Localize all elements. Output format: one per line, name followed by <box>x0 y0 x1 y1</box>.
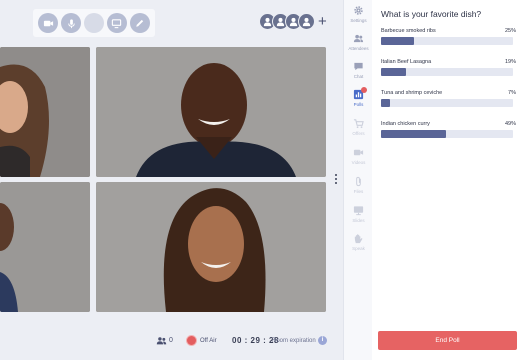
poll-option[interactable]: Indian chicken curry 49% <box>381 121 516 138</box>
microphone-icon <box>67 18 75 28</box>
poll-option[interactable]: Italian Beef Lasagna 19% <box>381 59 516 76</box>
media-controls-bar <box>33 9 155 37</box>
participant-video <box>0 182 90 312</box>
sidebar-item-label: Videos <box>351 160 366 165</box>
participant-video <box>96 47 326 177</box>
room-expiration-label: Room expiration <box>272 338 316 344</box>
poll-result-fill <box>381 99 391 107</box>
dot <box>335 174 337 176</box>
poll-result-bar <box>381 99 513 107</box>
paperclip-icon <box>356 176 361 187</box>
poll-option-percent: 19% <box>504 59 516 65</box>
video-tile[interactable] <box>0 47 90 177</box>
poll-option-label: Indian chicken curry <box>381 121 430 127</box>
attendees-icon <box>353 34 364 43</box>
screen-share-button[interactable] <box>106 13 127 33</box>
sidebar-item-polls[interactable]: Polls <box>344 87 373 107</box>
sidebar: Settings Attendees Chat Polls Offers Vid… <box>343 0 372 360</box>
main-stage: + 0 Off Air 00: 29: 28 Room expiration… <box>0 0 343 360</box>
poll-result-fill <box>381 37 414 45</box>
notification-badge <box>361 87 367 93</box>
sidebar-item-settings[interactable]: Settings <box>344 5 373 23</box>
participant-video <box>96 182 326 312</box>
poll-panel: What is your favorite dish? Barbecue smo… <box>372 0 524 360</box>
record-toggle[interactable] <box>186 335 197 346</box>
sidebar-item-offers[interactable]: Offers <box>344 118 373 136</box>
sidebar-item-chat[interactable]: Chat <box>344 61 373 79</box>
poll-result-fill <box>381 130 446 138</box>
more-options-button[interactable] <box>333 173 339 185</box>
broadcast-status: Off Air <box>200 338 217 344</box>
sidebar-item-label: Files <box>353 189 364 194</box>
video-tile[interactable] <box>96 182 326 312</box>
people-icon <box>156 337 167 345</box>
cart-icon <box>353 119 364 129</box>
hand-icon <box>354 234 363 244</box>
add-participant-button[interactable]: + <box>318 13 327 30</box>
blank-control-icon <box>88 18 99 29</box>
poll-option-percent: 7% <box>508 90 516 96</box>
poll-result-fill <box>381 68 407 76</box>
participant-video <box>0 47 90 177</box>
dot <box>335 178 337 180</box>
poll-option-label: Barbecue smoked ribs <box>381 28 436 34</box>
gear-icon <box>354 6 363 15</box>
sidebar-item-label: Settings <box>350 18 367 23</box>
poll-result-bar <box>381 37 513 45</box>
sidebar-item-label: Slides <box>352 218 365 223</box>
sidebar-item-label: Polls <box>353 102 364 107</box>
chat-icon <box>354 62 363 71</box>
poll-option-label: Italian Beef Lasagna <box>381 59 432 65</box>
poll-option[interactable]: Tuna and shrimp ceviche 7% <box>381 90 516 107</box>
user-icon <box>302 17 311 27</box>
end-poll-button[interactable]: End Poll <box>378 331 517 350</box>
sidebar-item-label: Chat <box>353 74 364 79</box>
poll-question: What is your favorite dish? <box>381 9 482 19</box>
sidebar-item-speak[interactable]: Speak <box>344 233 373 251</box>
camera-icon <box>43 20 53 26</box>
sidebar-item-slides[interactable]: Slides <box>344 205 373 223</box>
pencil-icon <box>136 19 144 27</box>
sidebar-item-attendees[interactable]: Attendees <box>344 33 373 51</box>
stage-footer: 0 Off Air 00 : 29 : 28 Room expiration i <box>0 330 343 354</box>
poll-result-bar <box>381 68 513 76</box>
microphone-button[interactable] <box>61 13 82 33</box>
avatar[interactable] <box>298 13 315 30</box>
sidebar-item-label: Attendees <box>348 46 369 51</box>
blank-control-button[interactable] <box>83 13 104 33</box>
sidebar-item-label: Speak <box>352 246 365 251</box>
poll-result-bar <box>381 130 513 138</box>
dot <box>335 182 337 184</box>
slides-icon <box>353 206 364 216</box>
sidebar-item-files[interactable]: Files <box>344 176 373 194</box>
screen-share-icon <box>112 18 122 28</box>
sidebar-item-label: Offers <box>352 131 365 136</box>
attendee-count: 0 <box>169 337 173 344</box>
camera-button[interactable] <box>38 13 59 33</box>
sidebar-item-videos[interactable]: Videos <box>344 147 373 165</box>
video-icon <box>353 149 364 156</box>
poll-option-percent: 49% <box>504 121 516 127</box>
poll-option-label: Tuna and shrimp ceviche <box>381 90 443 96</box>
info-icon[interactable]: i <box>318 336 327 345</box>
participant-avatars[interactable] <box>259 13 315 30</box>
video-tile[interactable] <box>0 182 90 312</box>
video-tile[interactable] <box>96 47 326 177</box>
poll-option-percent: 25% <box>504 28 516 34</box>
pencil-button[interactable] <box>129 13 150 33</box>
poll-option[interactable]: Barbecue smoked ribs 25% <box>381 28 516 45</box>
attendee-counter[interactable]: 0 <box>156 336 173 345</box>
